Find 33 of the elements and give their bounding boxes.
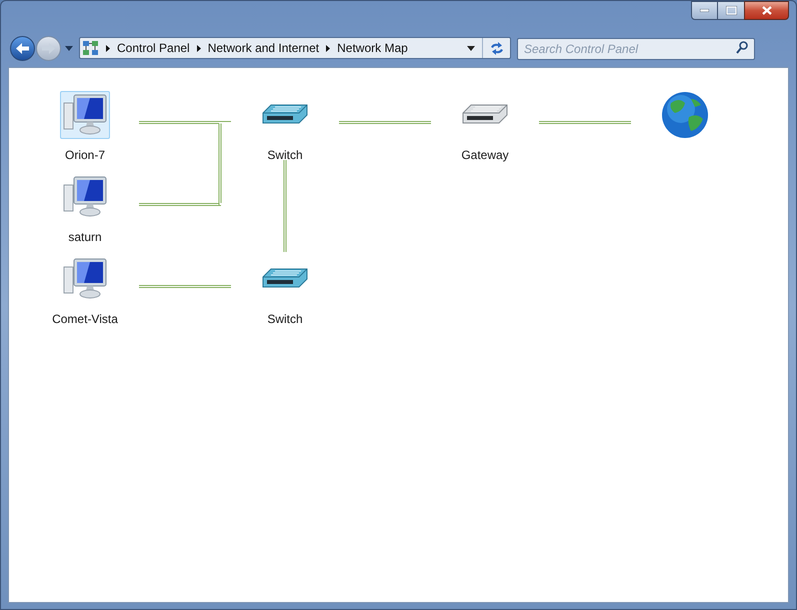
- minimize-icon: [700, 9, 709, 12]
- breadcrumb-arrow-icon[interactable]: [106, 44, 110, 52]
- node-label: Comet-Vista: [52, 311, 118, 328]
- breadcrumb-item[interactable]: Control Panel: [117, 39, 190, 57]
- node-label: saturn: [68, 229, 102, 246]
- node-label: Orion-7: [64, 147, 105, 164]
- search-icon[interactable]: [736, 41, 748, 54]
- refresh-icon: [490, 42, 504, 54]
- globe-icon: [661, 91, 709, 139]
- node-label: Gateway: [461, 147, 509, 164]
- node-label: Switch: [267, 147, 303, 164]
- breadcrumb-arrow-icon[interactable]: [326, 44, 330, 52]
- node-tile[interactable]: [60, 91, 110, 139]
- back-button[interactable]: [10, 36, 35, 60]
- minimize-button[interactable]: [691, 1, 718, 20]
- computer-icon: [62, 175, 108, 219]
- search-field[interactable]: Search Control Panel: [517, 38, 755, 60]
- forward-arrow-icon: [42, 42, 55, 54]
- history-dropdown-icon[interactable]: [65, 46, 73, 50]
- close-button[interactable]: [744, 1, 789, 20]
- computer-icon: [62, 93, 108, 137]
- network-icon: [83, 40, 99, 56]
- breadcrumb-item[interactable]: Network and Internet: [208, 39, 320, 57]
- close-icon: [762, 6, 772, 15]
- dropdown-caret-icon[interactable]: [467, 46, 475, 50]
- node-label: Switch: [267, 311, 303, 328]
- back-arrow-icon: [16, 42, 29, 54]
- breadcrumb-item[interactable]: Network Map: [337, 39, 408, 57]
- maximize-button[interactable]: [718, 1, 744, 20]
- address-bar[interactable]: Control Panel Network and Internet Network Map: [79, 37, 511, 59]
- breadcrumb-arrow-icon[interactable]: [196, 44, 201, 52]
- maximize-icon: [726, 6, 736, 15]
- computer-icon: [62, 257, 108, 301]
